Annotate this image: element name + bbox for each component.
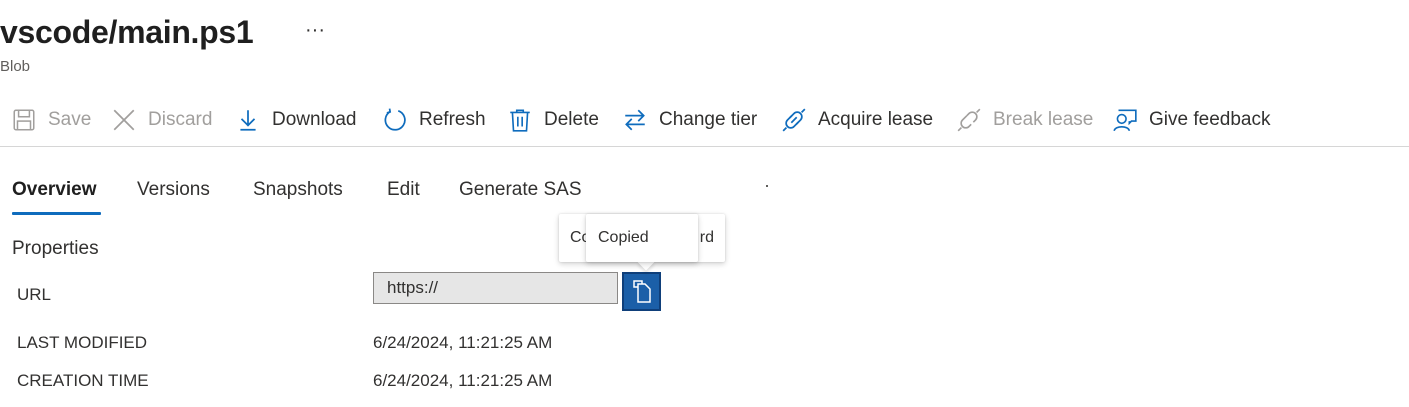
change-tier-button[interactable]: Change tier — [622, 100, 757, 140]
tab-versions[interactable]: Versions — [137, 176, 210, 204]
more-options-button[interactable]: ··· — [305, 18, 325, 42]
discard-button[interactable]: Discard — [111, 100, 212, 140]
tab-overview[interactable]: Overview — [12, 176, 97, 204]
tab-generate-sas[interactable]: Generate SAS — [459, 176, 582, 204]
give-feedback-label: Give feedback — [1149, 109, 1271, 130]
link-icon — [782, 108, 806, 132]
refresh-label: Refresh — [419, 109, 486, 130]
feedback-icon — [1113, 109, 1137, 132]
trash-icon — [510, 109, 530, 132]
active-tab-indicator — [12, 212, 101, 215]
url-label: URL — [17, 285, 52, 304]
acquire-lease-label: Acquire lease — [818, 109, 934, 130]
save-button[interactable]: Save — [11, 100, 91, 140]
page-title: vscode/main.ps1 — [0, 14, 254, 50]
creation-time-value: 6/24/2024, 11:21:25 AM — [373, 371, 553, 390]
refresh-button[interactable]: Refresh — [382, 100, 486, 140]
delete-button[interactable]: Delete — [507, 100, 599, 140]
copy-to-clipboard-button[interactable] — [622, 272, 661, 311]
last-modified-label: LAST MODIFIED — [17, 333, 148, 352]
tab-snapshots[interactable]: Snapshots — [253, 176, 343, 204]
tab-edit[interactable]: Edit — [387, 176, 420, 204]
download-label: Download — [272, 109, 357, 130]
break-lease-button[interactable]: Break lease — [956, 100, 1093, 140]
close-icon — [113, 109, 135, 131]
delete-label: Delete — [544, 109, 599, 130]
give-feedback-button[interactable]: Give feedback — [1112, 100, 1270, 140]
download-button[interactable]: Download — [235, 100, 357, 140]
toolbar-divider — [0, 146, 1409, 147]
last-modified-value: 6/24/2024, 11:21:25 AM — [373, 333, 553, 352]
swap-arrows-icon — [625, 109, 645, 131]
broken-link-icon — [957, 108, 981, 132]
creation-time-label: CREATION TIME — [17, 371, 149, 390]
page-subtitle: Blob — [0, 58, 31, 75]
properties-heading: Properties — [12, 238, 99, 259]
copied-tooltip: Copied — [586, 214, 698, 262]
copy-icon — [632, 279, 651, 303]
download-icon — [240, 110, 256, 131]
command-bar: Save Discard Download Refresh Delete Cha… — [0, 100, 1409, 140]
discard-label: Discard — [148, 109, 213, 130]
acquire-lease-button[interactable]: Acquire lease — [781, 100, 933, 140]
save-label: Save — [48, 109, 92, 130]
url-field[interactable]: https:// — [373, 272, 618, 304]
save-icon — [13, 109, 35, 131]
stray-dot — [766, 185, 768, 187]
refresh-icon — [384, 108, 406, 131]
break-lease-label: Break lease — [993, 109, 1094, 130]
change-tier-label: Change tier — [659, 109, 758, 130]
tooltip-text-end: rd — [699, 229, 714, 246]
